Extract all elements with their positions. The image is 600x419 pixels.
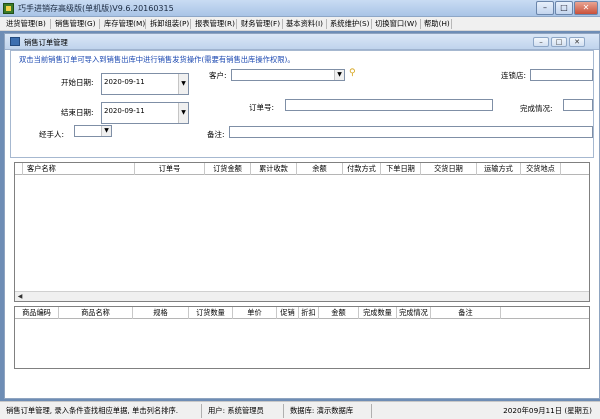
child-maximize-button[interactable]: □ (551, 37, 567, 47)
menu-separator (326, 19, 327, 29)
maximize-button[interactable]: □ (555, 1, 573, 15)
child-title: 销售订单管理 (24, 38, 68, 47)
start-date-picker[interactable]: 2020-09-11 ▼ (101, 73, 189, 95)
customer-select[interactable]: ▼ (231, 69, 345, 81)
column-header[interactable]: 商品编码 (15, 307, 59, 319)
menu-purchase[interactable]: 进货管理(B) (6, 19, 46, 29)
orders-table[interactable]: 客户名称 订单号 订货金额 累计收款 余额 付款方式 下单日期 交货日期 运输方… (14, 162, 590, 302)
start-date-label: 开始日期: (61, 78, 94, 87)
status-message: 销售订单管理, 录入条件查找相应单据, 单击列名排序. (2, 404, 202, 418)
search-icon[interactable]: ⚲ (349, 68, 356, 78)
menu-separator (99, 19, 100, 29)
order-no-label: 订单号: (249, 103, 275, 112)
column-header[interactable]: 累计收款 (251, 163, 297, 175)
start-date-value: 2020-09-11 (104, 78, 145, 86)
column-header[interactable]: 完成情况 (397, 307, 431, 319)
column-header[interactable]: 客户名称 (23, 163, 135, 175)
window-titlebar: 巧手进销存高级版(单机版)V9.6.20160315 – □ ✕ (0, 0, 600, 17)
menu-sales[interactable]: 销售管理(G) (55, 19, 96, 29)
status-label: 完成情况: (520, 104, 553, 113)
menu-separator (190, 19, 191, 29)
order-items-table[interactable]: 商品编码 商品名称 规格 订货数量 单价 促销 折扣 金额 完成数量 完成情况 … (14, 306, 590, 369)
column-header[interactable]: 订单号 (135, 163, 205, 175)
minimize-button[interactable]: – (536, 1, 554, 15)
column-header[interactable]: 规格 (133, 307, 189, 319)
chain-store-select[interactable] (530, 69, 593, 81)
menu-separator (371, 19, 372, 29)
row-indicator-header (15, 163, 23, 175)
column-header[interactable]: 促销 (277, 307, 299, 319)
child-titlebar: 销售订单管理 – □ ✕ (5, 34, 599, 50)
chain-store-label: 连锁店: (501, 71, 527, 80)
order-items-table-header: 商品编码 商品名称 规格 订货数量 单价 促销 折扣 金额 完成数量 完成情况 … (15, 307, 589, 319)
status-date: 2020年09月11日 (星期五) (503, 406, 592, 415)
order-no-input[interactable] (285, 99, 493, 111)
remark-input[interactable] (229, 126, 593, 138)
menu-separator (420, 19, 421, 29)
menu-separator (236, 19, 237, 29)
column-header[interactable]: 备注 (431, 307, 501, 319)
status-user: 用户: 系统管理员 (204, 404, 284, 418)
column-header[interactable]: 余额 (297, 163, 343, 175)
column-header[interactable]: 下单日期 (381, 163, 421, 175)
menu-separator (50, 19, 51, 29)
menu-separator (282, 19, 283, 29)
document-icon (10, 37, 20, 46)
column-header[interactable]: 交货地点 (521, 163, 561, 175)
column-header[interactable]: 运输方式 (477, 163, 521, 175)
column-header[interactable]: 折扣 (299, 307, 319, 319)
query-form: 双击当前销售订单可导入到销售出库中进行销售发货操作(需要有销售出库操作权限)。 … (10, 50, 594, 158)
column-header[interactable]: 商品名称 (59, 307, 133, 319)
window-title: 巧手进销存高级版(单机版)V9.6.20160315 (18, 4, 174, 13)
column-header[interactable]: 付款方式 (343, 163, 381, 175)
close-button[interactable]: ✕ (574, 1, 598, 15)
column-header[interactable]: 金额 (319, 307, 359, 319)
orders-table-header: 客户名称 订单号 订货金额 累计收款 余额 付款方式 下单日期 交货日期 运输方… (15, 163, 589, 175)
end-date-value: 2020-09-11 (104, 107, 145, 115)
column-header[interactable]: 交货日期 (421, 163, 477, 175)
column-header[interactable]: 单价 (233, 307, 277, 319)
chevron-down-icon[interactable]: ▼ (178, 103, 188, 123)
menu-separator (145, 19, 146, 29)
menu-separator (451, 19, 452, 29)
menu-assembly[interactable]: 拆卸组装(P) (150, 19, 189, 29)
chevron-down-icon[interactable]: ▼ (334, 70, 344, 80)
status-database: 数据库: 演示数据库 (286, 404, 372, 418)
remark-label: 备注: (207, 130, 225, 139)
child-minimize-button[interactable]: – (533, 37, 549, 47)
chevron-down-icon[interactable]: ▼ (178, 74, 188, 94)
menu-finance[interactable]: 财务管理(F) (241, 19, 280, 29)
column-header[interactable]: 完成数量 (359, 307, 397, 319)
menu-inventory[interactable]: 库存管理(M) (104, 19, 145, 29)
horizontal-scrollbar[interactable]: ◀ (15, 291, 589, 301)
customer-label: 客户: (209, 71, 227, 80)
child-close-button[interactable]: ✕ (569, 37, 585, 47)
scroll-left-icon[interactable]: ◀ (15, 292, 25, 301)
menu-system[interactable]: 系统维护(S) (330, 19, 370, 29)
end-date-label: 结束日期: (61, 108, 94, 117)
end-date-picker[interactable]: 2020-09-11 ▼ (101, 102, 189, 124)
app-icon (3, 3, 14, 14)
chevron-down-icon[interactable]: ▼ (101, 126, 111, 136)
menu-bar: 进货管理(B) 销售管理(G) 库存管理(M) 拆卸组装(P) 报表管理(R) … (0, 17, 600, 31)
column-header[interactable]: 订货金额 (205, 163, 251, 175)
handler-select[interactable]: ▼ (74, 125, 112, 137)
status-select[interactable] (563, 99, 593, 111)
column-header[interactable]: 订货数量 (189, 307, 233, 319)
menu-reports[interactable]: 报表管理(R) (195, 19, 235, 29)
menu-window[interactable]: 切换窗口(W) (375, 19, 417, 29)
status-bar: 销售订单管理, 录入条件查找相应单据, 单击列名排序. 用户: 系统管理员 数据… (0, 401, 600, 419)
hint-text: 双击当前销售订单可导入到销售出库中进行销售发货操作(需要有销售出库操作权限)。 (19, 55, 295, 64)
menu-help[interactable]: 帮助(H) (424, 19, 450, 29)
handler-label: 经手人: (39, 130, 65, 139)
menu-basic-data[interactable]: 基本资料(I) (286, 19, 323, 29)
